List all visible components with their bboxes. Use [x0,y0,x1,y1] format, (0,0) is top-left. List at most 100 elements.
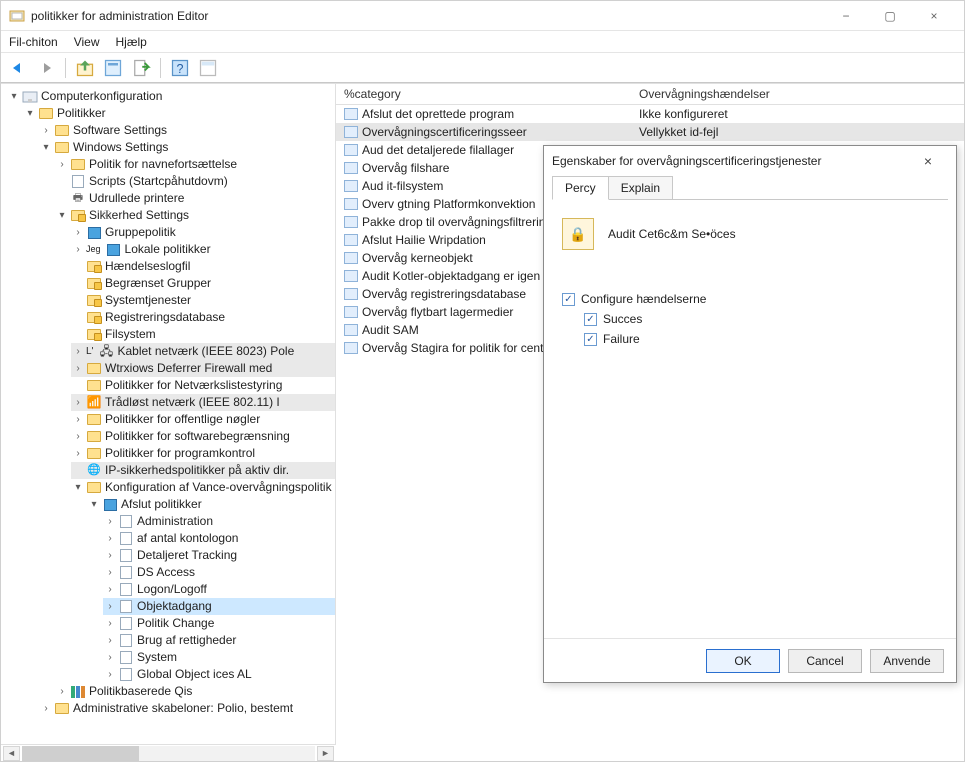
policy-icon: 🔒 [562,218,594,250]
maximize-button[interactable]: ▢ [868,2,912,30]
scroll-thumb[interactable] [22,746,139,761]
tree-system[interactable]: ›System [103,649,335,666]
globe-icon: 🌐 [87,462,101,479]
tree-scripts[interactable]: Scripts (Startcpåhutdovm) [55,173,335,190]
row-title: Overvågningscertificeringsseer [362,125,639,139]
tree-detaljeret[interactable]: ›Detaljeret Tracking [103,547,335,564]
svg-text:?: ? [177,62,184,76]
filter-button[interactable] [197,57,219,79]
tree-global[interactable]: ›Global Object ices AL [103,666,335,683]
list-pane: %category Overvågningshændelser Afslut d… [336,84,964,744]
tree-offentlige[interactable]: ›Politikker for offentlige nøgler [71,411,335,428]
registry-icon [344,126,362,138]
tree-scrollbar[interactable]: ◄ ► [1,744,336,761]
success-checkbox[interactable] [584,313,597,326]
tree-systemtjen[interactable]: Systemtjenester [71,292,335,309]
list-row[interactable]: OvervågningscertificeringsseerVellykket … [336,123,964,141]
configure-checkbox[interactable] [562,293,575,306]
tree-gruppepolitik[interactable]: ›Gruppepolitik [71,224,335,241]
apply-button[interactable]: Anvende [870,649,944,673]
properties-button[interactable] [102,57,124,79]
tree-windows[interactable]: ▾Windows Settings [39,139,335,156]
tree-firewall[interactable]: ›Wtrxiows Deferrer Firewall med [71,360,335,377]
network-icon: 🖧 [100,343,113,360]
tree-logon[interactable]: ›Logon/Logoff [103,581,335,598]
success-checkbox-row[interactable]: Succes [584,312,938,326]
failure-checkbox-row[interactable]: Failure [584,332,938,346]
registry-icon [344,234,362,246]
dialog-title: Egenskaber for overvågningscertificering… [552,154,908,168]
chart-icon [71,686,85,698]
tree-regdb[interactable]: Registreringsdatabase [71,309,335,326]
tree-pane[interactable]: ▾Computerkonfiguration ▾Politikker ›Soft… [1,84,336,744]
cancel-button[interactable]: Cancel [788,649,862,673]
tree-konfig[interactable]: ▾Konfiguration af Vance-overvågningspoli… [71,479,335,496]
tree-traadlost[interactable]: ›📶Trådløst netværk (IEEE 802.11) I [71,394,335,411]
col-category[interactable]: %category [344,87,639,101]
tree-sikkerhed[interactable]: ▾Sikkerhed Settingsⓐ [55,207,335,224]
dialog-close-button[interactable]: × [908,153,948,169]
menu-view[interactable]: View [74,35,100,49]
tree-rettigheder[interactable]: ›Brug af rettigheder [103,632,335,649]
policy-name: Audit Cet6c&m Se•öces [608,227,736,241]
export-button[interactable] [130,57,152,79]
tree-ipsik[interactable]: 🌐IP-sikkerhedspolitikker på aktiv dir. [71,462,335,479]
registry-icon [344,162,362,174]
forward-button[interactable] [35,57,57,79]
tree-politikchange[interactable]: ›Politik Change [103,615,335,632]
tree-begraenset[interactable]: Begrænset Grupper [71,275,335,292]
tab-percy[interactable]: Percy [552,176,609,200]
help-button[interactable]: ? [169,57,191,79]
row-value: Ikke konfigureret [639,107,964,121]
tree-kablet[interactable]: ›L'🖧Kablet netværk (IEEE 8023) Pole [71,343,335,360]
tree-swbeg[interactable]: ›Politikker for softwarebegrænsning [71,428,335,445]
tree-afslut[interactable]: ▾Afslut politikker [87,496,335,513]
tree-filsystem[interactable]: Filsystem [71,326,335,343]
tree-admin[interactable]: ›Administration [103,513,335,530]
minimize-button[interactable]: − [824,2,868,30]
menubar: Fil-chiton View Hjælp [1,31,964,53]
registry-icon [344,180,362,192]
menu-file[interactable]: Fil-chiton [9,35,58,49]
tree-navne[interactable]: ›Politik for navnefortsættelse [55,156,335,173]
row-value: Vellykket id-fejl [639,125,964,139]
list-row[interactable]: Afslut det oprettede programIkke konfigu… [336,105,964,123]
tree-dsaccess[interactable]: ›DS Access [103,564,335,581]
toolbar-sep [65,58,66,78]
back-button[interactable] [7,57,29,79]
up-button[interactable] [74,57,96,79]
tree-haendelseslog[interactable]: Hændelseslogfil [71,258,335,275]
ok-button[interactable]: OK [706,649,780,673]
menu-help[interactable]: Hjælp [115,35,146,49]
close-button[interactable]: × [912,2,956,30]
lock-icon: 🔒 [569,226,586,243]
tab-explain[interactable]: Explain [608,176,673,200]
tree-software[interactable]: ›Software Settings [39,122,335,139]
scroll-left-button[interactable]: ◄ [3,746,20,761]
failure-label: Failure [603,332,640,346]
app-window: politikker for administration Editor − ▢… [0,0,965,762]
dialog-body: 🔒 Audit Cet6c&m Se•öces Configure hændel… [544,201,956,638]
tree-udrullede[interactable]: 🖶Udrullede printere [55,190,335,207]
tree-objektadgang[interactable]: ›Objektadgang [103,598,335,615]
failure-checkbox[interactable] [584,333,597,346]
registry-icon [344,144,362,156]
col-events[interactable]: Overvågningshændelser [639,87,956,101]
tree-kontologon[interactable]: ›af antal kontologon [103,530,335,547]
registry-icon [344,216,362,228]
list-header: %category Overvågningshændelser [336,84,964,105]
tree-politikker[interactable]: ▾Politikker [23,105,335,122]
scroll-track[interactable] [22,746,315,761]
configure-checkbox-row[interactable]: Configure hændelserne [562,292,938,306]
registry-icon [344,306,362,318]
scroll-right-button[interactable]: ► [317,746,334,761]
tree-lokale[interactable]: ›JegLokale politikker [71,241,335,258]
tree-root[interactable]: ▾Computerkonfiguration [7,88,335,105]
tree-polbaseret[interactable]: ›Politikbaserede Qis [55,683,335,700]
tree-adminskab[interactable]: ›Administrative skabeloner: Polio, beste… [39,700,335,717]
tree-root-label: Computerkonfiguration [41,88,162,105]
tree-netvaerks[interactable]: Politikker for Netværkslistestyring [71,377,335,394]
tree-programk[interactable]: ›Politikker for programkontrol [71,445,335,462]
dialog-titlebar: Egenskaber for overvågningscertificering… [544,146,956,176]
registry-icon [344,342,362,354]
